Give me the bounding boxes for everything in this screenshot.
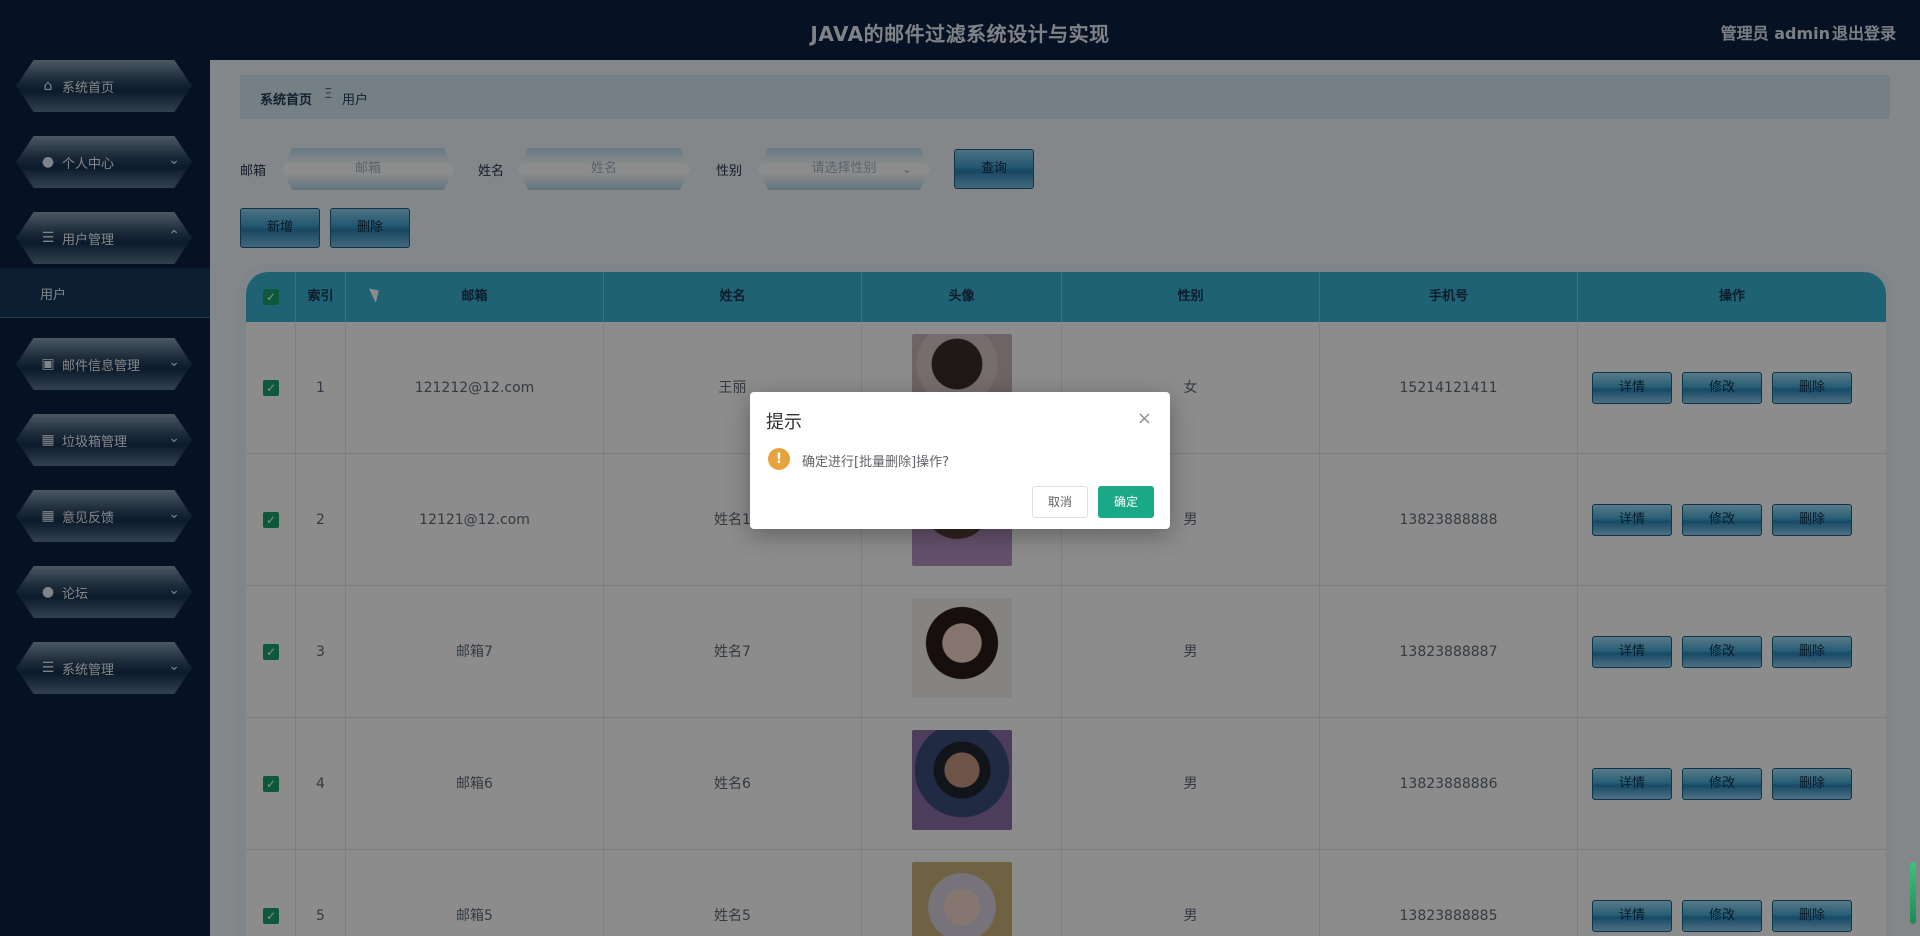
confirm-dialog: 提示 × ! 确定进行[批量删除]操作? 取消 确定 (750, 392, 1170, 529)
dialog-title: 提示 (766, 412, 802, 433)
confirm-button[interactable]: 确定 (1098, 486, 1154, 518)
scrollbar-thumb[interactable] (1910, 862, 1916, 924)
dialog-message: 确定进行[批量删除]操作? (802, 455, 950, 470)
warning-icon: ! (768, 448, 790, 470)
cancel-button[interactable]: 取消 (1032, 486, 1088, 518)
close-icon[interactable]: × (1137, 408, 1152, 429)
